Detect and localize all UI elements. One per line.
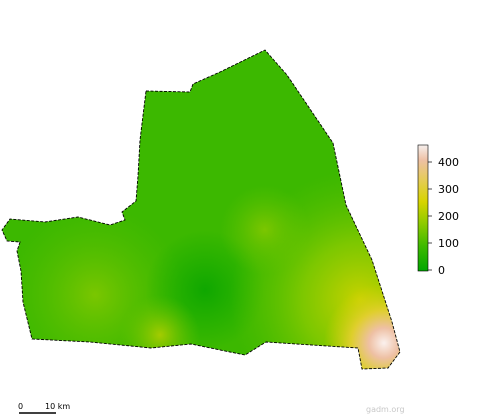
legend-label-300: 300 <box>438 183 459 196</box>
legend-tick-marks <box>428 161 432 271</box>
source-credit: gadm.org <box>366 405 405 414</box>
legend-label-400: 400 <box>438 156 459 169</box>
scale-bar: 0 10 km <box>18 402 70 414</box>
elevation-map: 400 300 200 100 0 0 10 km gadm.org <box>1 49 459 414</box>
legend-label-100: 100 <box>438 237 459 250</box>
scale-bar-start-label: 0 <box>18 402 23 411</box>
legend-label-0: 0 <box>438 264 445 277</box>
legend: 400 300 200 100 0 <box>417 144 459 277</box>
legend-color-bar <box>417 144 429 272</box>
scale-bar-end-label: 10 km <box>45 402 70 411</box>
legend-label-200: 200 <box>438 210 459 223</box>
